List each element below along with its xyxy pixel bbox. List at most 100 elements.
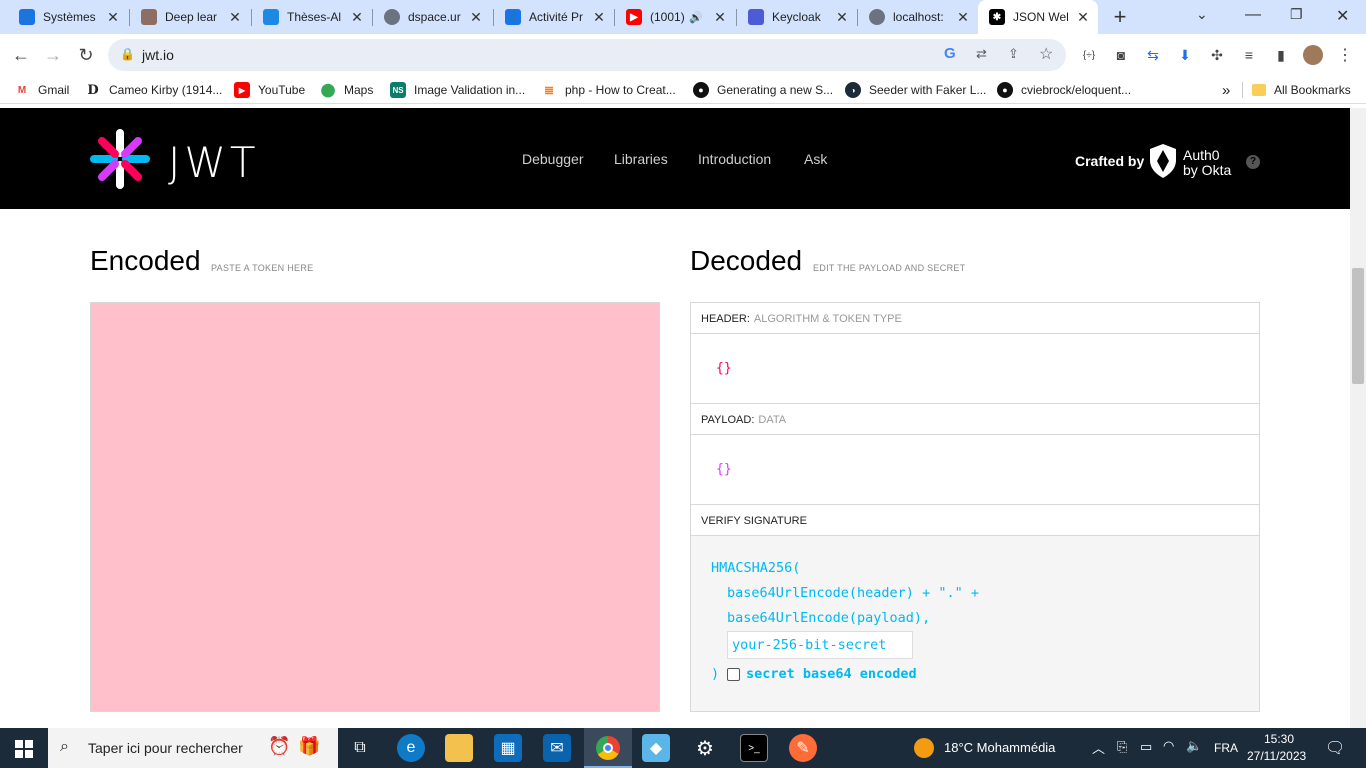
new-tab-button[interactable]: + — [1108, 5, 1132, 29]
tab-2[interactable]: Thèses-Al ✕ — [244, 0, 372, 34]
tray-chevron-icon[interactable]: ︿ — [1092, 738, 1105, 757]
taskbar-search-box[interactable]: ⌕ Taper ici pour rechercher ⏰ 🎁 — [48, 728, 338, 768]
settings-gear-icon[interactable]: ⚙ — [691, 734, 719, 762]
nav-introduction[interactable]: Introduction — [698, 151, 771, 167]
volume-icon[interactable]: 🔈 — [1186, 738, 1202, 754]
close-window-button[interactable]: ✕ — [1336, 6, 1349, 26]
nav-ask[interactable]: Ask — [804, 151, 827, 167]
bookmark-star-icon[interactable]: ☆ — [1039, 44, 1053, 64]
camera-extension-icon[interactable]: ◙ — [1112, 46, 1130, 64]
header-json-editor[interactable]: {} — [691, 334, 1259, 404]
sig-close-paren: ) — [711, 666, 720, 682]
bookmark-maps[interactable]: ⬤ Maps — [320, 82, 374, 98]
tab-3[interactable]: dspace.ur ✕ — [365, 0, 491, 34]
close-tab-icon[interactable]: ✕ — [954, 9, 972, 26]
tab-6[interactable]: Keycloak ✕ — [729, 0, 857, 34]
clock-time[interactable]: 15:30 — [1264, 732, 1294, 746]
close-tab-icon[interactable]: ✕ — [348, 9, 366, 26]
payload-json-editor[interactable]: {} — [691, 435, 1259, 505]
nav-libraries[interactable]: Libraries — [614, 151, 668, 167]
tab-5[interactable]: ▶ (1001) 🔊 ✕ — [607, 0, 735, 34]
bookmark-image-validation[interactable]: NS Image Validation in... — [390, 82, 525, 98]
json-viewer-extension-icon[interactable]: {÷} — [1080, 46, 1098, 64]
speaker-icon: 🔊 — [689, 11, 703, 24]
task-view-icon[interactable]: ⧉ — [346, 734, 374, 762]
all-bookmarks-folder[interactable]: All Bookmarks — [1252, 82, 1351, 98]
secret-base64-label[interactable]: secret base64 encoded — [746, 666, 917, 682]
jwt-logo-text[interactable]: JWT — [168, 138, 260, 187]
help-icon[interactable]: ? — [1246, 155, 1260, 169]
bookmark-youtube[interactable]: ▶ YouTube — [234, 82, 305, 98]
tab-7[interactable]: localhost: ✕ — [850, 0, 978, 34]
bookmarks-overflow-icon[interactable]: » — [1222, 82, 1230, 99]
wifi-icon[interactable]: ◠ — [1163, 738, 1174, 754]
tab-4[interactable]: 👤 Activité Pr ✕ — [486, 0, 614, 34]
terminal-icon[interactable]: >_ — [740, 734, 768, 762]
edge-icon[interactable]: e — [397, 734, 425, 762]
bookmark-cviebrock[interactable]: ● cviebrock/eloquent... — [997, 82, 1131, 98]
file-explorer-icon[interactable] — [445, 734, 473, 762]
bookmark-php[interactable]: ≣ php - How to Creat... — [541, 82, 676, 98]
encoded-token-textarea[interactable] — [90, 302, 660, 712]
media-control-icon[interactable]: ≡ — [1240, 46, 1258, 64]
side-panel-icon[interactable]: ▮ — [1272, 46, 1290, 64]
decoded-subtitle: EDIT THE PAYLOAD AND SECRET — [813, 263, 966, 273]
language-indicator[interactable]: FRA — [1214, 741, 1238, 755]
tab-search-chevron-icon[interactable]: ⌄ — [1196, 6, 1208, 23]
weather-icon[interactable] — [914, 738, 934, 758]
profile-avatar[interactable] — [1303, 45, 1323, 65]
alarm-clock-icon: ⏰ — [268, 736, 291, 756]
close-tab-icon[interactable]: ✕ — [104, 9, 122, 26]
extensions-puzzle-icon[interactable]: ✣ — [1208, 46, 1226, 64]
forward-button[interactable]: → — [40, 42, 66, 68]
close-tab-icon[interactable]: ✕ — [711, 9, 729, 26]
close-tab-icon[interactable]: ✕ — [1074, 9, 1092, 26]
tab-1[interactable]: Deep lear ✕ — [122, 0, 250, 34]
share-icon[interactable]: ⇪ — [1008, 46, 1019, 62]
bookmark-cameo[interactable]: D Cameo Kirby (1914... — [85, 82, 222, 98]
chrome-menu-icon[interactable]: ⋮ — [1336, 46, 1354, 64]
ns-icon: NS — [390, 82, 406, 98]
tab-0[interactable]: 👤 Systèmes ✕ — [0, 0, 128, 34]
person-icon: 👤 — [19, 9, 35, 25]
jwt-logo-icon[interactable] — [90, 129, 150, 189]
minimize-button[interactable]: — — [1245, 6, 1261, 24]
secret-base64-checkbox[interactable] — [727, 668, 740, 681]
app-icon[interactable]: ◆ — [642, 734, 670, 762]
tab-title: Deep lear — [165, 10, 218, 24]
network-usb-icon[interactable]: ⎘ — [1117, 739, 1127, 755]
weather-text[interactable]: 18°C Mohammédia — [944, 740, 1055, 755]
payload-section-label: PAYLOAD: DATA — [691, 404, 1259, 435]
reload-button[interactable]: ↻ — [73, 42, 99, 68]
page-scrollbar[interactable] — [1350, 108, 1366, 728]
translate-extension-icon[interactable]: ⇆ — [1144, 46, 1162, 64]
bookmark-gmail[interactable]: M Gmail — [14, 82, 70, 98]
download-icon[interactable]: ⬇ — [1176, 46, 1194, 64]
mail-icon[interactable]: ✉ — [543, 734, 571, 762]
bookmark-seeder[interactable]: ◑ Seeder with Faker L... — [845, 82, 986, 98]
chrome-taskbar-active[interactable] — [584, 728, 632, 768]
nav-debugger[interactable]: Debugger — [522, 151, 584, 167]
close-tab-icon[interactable]: ✕ — [467, 9, 485, 26]
translate-icon[interactable]: ⇄ — [976, 46, 987, 62]
close-tab-icon[interactable]: ✕ — [833, 9, 851, 26]
bookmark-github-ssh[interactable]: ● Generating a new S... — [693, 82, 833, 98]
address-bar[interactable]: 🔒 jwt.io G ⇄ ⇪ ☆ — [108, 39, 1066, 71]
back-button[interactable]: ← — [8, 42, 34, 68]
store-icon[interactable]: ▦ — [494, 734, 522, 762]
windows-start-icon[interactable] — [15, 740, 33, 758]
site-info-icon[interactable]: 🔒 — [120, 47, 135, 61]
google-icon[interactable]: G — [944, 45, 956, 62]
notification-icon[interactable]: 🗨 — [1325, 738, 1345, 758]
page-scrollbar-thumb[interactable] — [1352, 268, 1364, 384]
tab-8-active[interactable]: ✱ JSON Wel ✕ — [978, 0, 1098, 34]
restore-button[interactable]: ❐ — [1290, 6, 1303, 23]
battery-icon[interactable]: ▭ — [1140, 739, 1152, 755]
close-tab-icon[interactable]: ✕ — [226, 9, 244, 26]
close-tab-icon[interactable]: ✕ — [590, 9, 608, 26]
url-text[interactable]: jwt.io — [142, 47, 174, 63]
clock-date[interactable]: 27/11/2023 — [1247, 749, 1306, 763]
auth0-brand[interactable]: Auth0 by Okta — [1183, 148, 1231, 178]
secret-input[interactable]: your-256-bit-secret — [727, 631, 913, 659]
postman-icon[interactable]: ✎ — [789, 734, 817, 762]
